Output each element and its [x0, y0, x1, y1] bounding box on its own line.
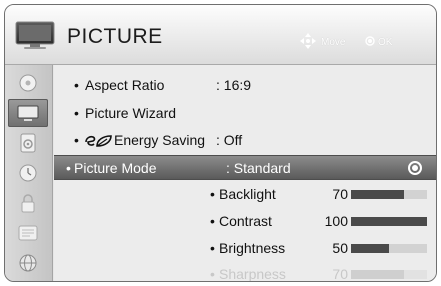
sidebar-item-network[interactable]: [8, 249, 48, 277]
ok-button-icon: [365, 36, 375, 46]
setting-value: 70: [332, 186, 348, 202]
bullet: •: [210, 213, 215, 229]
picture-icon: [17, 105, 39, 121]
sidebar-item-option[interactable]: [8, 219, 48, 247]
bullet: •: [210, 266, 215, 282]
setting-label: Backlight: [219, 186, 276, 202]
sidebar-item-picture[interactable]: [8, 99, 48, 127]
menu-item-label: Picture Wizard: [85, 105, 177, 121]
setting-brightness[interactable]: • Brightness 50: [54, 235, 436, 261]
level-bar: [351, 270, 427, 279]
ok-hint: OK: [378, 37, 393, 48]
tv-icon: [15, 21, 55, 49]
menu-item-value: : Standard: [226, 160, 291, 176]
menu-header: PICTURE Move OK: [5, 5, 436, 65]
setting-sharpness[interactable]: • Sharpness 70: [54, 261, 436, 282]
move-hint: Move: [321, 37, 346, 48]
menu-item-aspect-ratio[interactable]: • Aspect Ratio : 16:9: [54, 73, 436, 98]
level-fill: [351, 244, 389, 253]
bullet: •: [210, 240, 215, 256]
level-bar: [351, 190, 427, 199]
level-fill: [351, 190, 405, 199]
category-sidebar: [5, 65, 53, 281]
menu-item-value: : 16:9: [216, 77, 252, 93]
menu-item-value: : Off: [216, 132, 243, 148]
sidebar-item-time[interactable]: [8, 159, 48, 187]
level-bar: [351, 217, 427, 226]
bullet: •: [74, 77, 79, 93]
speaker-icon: [20, 133, 36, 153]
bullet: •: [66, 160, 71, 176]
menu-item-label: Picture Mode: [74, 160, 157, 176]
page-title: PICTURE: [67, 25, 163, 48]
level-fill: [351, 217, 427, 226]
disc-icon: [19, 74, 37, 92]
sidebar-item-lock[interactable]: [8, 189, 48, 217]
setting-backlight[interactable]: • Backlight 70: [54, 181, 436, 207]
picture-menu-window: PICTURE Move OK • Aspect Ratio: 16:9 • …: [4, 4, 437, 282]
selected-radio-icon: [408, 161, 422, 175]
menu-item-label: Energy Saving: [114, 132, 206, 148]
globe-icon: [18, 225, 38, 241]
sidebar-item-audio[interactable]: [8, 129, 48, 157]
setting-value: 70: [332, 266, 348, 282]
menu-item-picture-wizard[interactable]: • Picture Wizard: [54, 101, 436, 126]
level-bar: [351, 244, 427, 253]
clock-icon: [19, 164, 37, 182]
bullet: •: [74, 105, 79, 121]
setting-label: Sharpness: [219, 266, 286, 282]
menu-item-energy-saving[interactable]: • Energy Saving : Off: [54, 128, 436, 153]
setting-label: Contrast: [219, 213, 272, 229]
move-arrows-icon: [300, 33, 316, 49]
bullet: •: [74, 132, 79, 148]
menu-item-label: Aspect Ratio: [85, 77, 165, 93]
bullet: •: [210, 186, 215, 202]
setting-value: 100: [324, 213, 348, 229]
lock-icon: [21, 194, 35, 213]
menu-content: • Aspect Ratio : 16:9 • Picture Wizard •…: [54, 65, 436, 281]
menu-item-picture-mode[interactable]: • Picture Mode : Standard: [54, 155, 436, 180]
network-icon: [19, 254, 37, 272]
sidebar-item-disc[interactable]: [8, 69, 48, 97]
setting-label: Brightness: [219, 240, 286, 256]
setting-value: 50: [332, 240, 348, 256]
setting-contrast[interactable]: • Contrast 100: [54, 208, 436, 234]
eco-leaf-icon: [85, 135, 112, 147]
level-fill: [351, 270, 405, 279]
